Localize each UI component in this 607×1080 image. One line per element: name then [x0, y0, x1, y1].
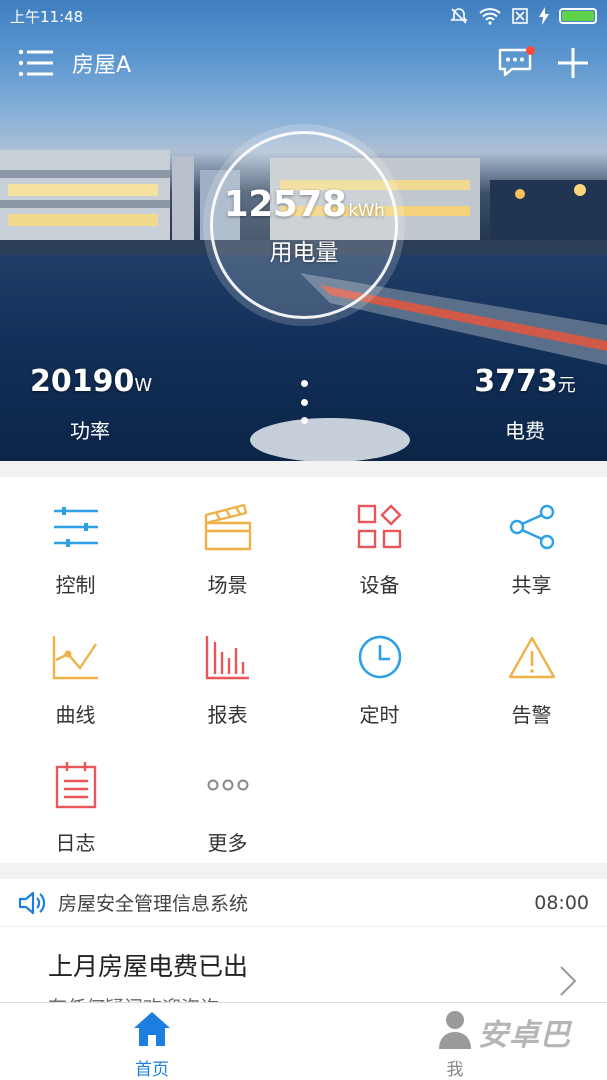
- top-bar: 房屋A: [0, 34, 607, 92]
- cost-label: 电费: [505, 419, 545, 443]
- notice-bar[interactable]: 房屋安全管理信息系统 08:00: [0, 879, 607, 927]
- grid-label-curve: 曲线: [55, 703, 96, 727]
- sliders-icon: [53, 507, 98, 547]
- status-time: 上午11:48: [10, 7, 84, 26]
- news-headline: 上月房屋电费已出: [48, 952, 249, 981]
- share-icon: [509, 504, 554, 550]
- grid-label-scene: 场景: [207, 573, 248, 597]
- energy-ring[interactable]: 12578 kWh 用电量: [203, 124, 405, 326]
- power-stat: 20190W 功率: [30, 364, 153, 444]
- grid-label-share: 共享: [511, 573, 552, 597]
- grid-label-timer: 定时: [359, 703, 400, 727]
- home-icon: [134, 1012, 170, 1046]
- more-icon: [207, 779, 248, 791]
- grid-label-more: 更多: [207, 831, 248, 855]
- grid-item-report[interactable]: 报表: [152, 607, 303, 735]
- power-unit: W: [134, 375, 153, 396]
- cost-stat: 3773元 电费: [473, 364, 577, 444]
- grid-item-timer[interactable]: 定时: [304, 607, 455, 735]
- add-icon[interactable]: [557, 47, 589, 79]
- tab-home[interactable]: 首页: [92, 1003, 212, 1080]
- user-icon: [439, 1011, 471, 1049]
- battery-icon: [559, 8, 597, 24]
- cost-unit: 元: [557, 375, 576, 396]
- grid-label-report: 报表: [207, 703, 248, 727]
- grid-item-curve[interactable]: 曲线: [0, 607, 151, 735]
- energy-unit: kWh: [348, 200, 385, 221]
- grid-item-scene[interactable]: 场景: [152, 477, 303, 605]
- tab-me-label: 我: [446, 1060, 464, 1080]
- warning-icon: [508, 636, 555, 679]
- clock-icon: [358, 635, 401, 679]
- chevron-right-icon: [560, 966, 577, 996]
- clapperboard-icon: [204, 503, 251, 551]
- mute-icon: [450, 8, 468, 24]
- energy-value: 12578: [223, 183, 347, 225]
- energy-label: 用电量: [269, 239, 339, 266]
- house-title[interactable]: 房屋A: [72, 47, 131, 79]
- function-grid: 控制 场景 设备 共享 曲线 报表 定时 告警 日志 更多: [0, 477, 607, 863]
- grid-item-log[interactable]: 日志: [0, 735, 151, 863]
- power-value: 20190: [30, 364, 135, 399]
- unread-dot: [526, 46, 535, 55]
- watermark: 安卓巴: [478, 1018, 571, 1053]
- cost-value: 3773: [474, 364, 558, 399]
- log-icon: [55, 762, 96, 809]
- sim-icon: [512, 8, 528, 24]
- grid-label-control: 控制: [55, 573, 96, 597]
- more-vertical-icon[interactable]: [298, 380, 310, 424]
- grid-label-log: 日志: [55, 831, 96, 855]
- menu-icon[interactable]: [18, 48, 54, 78]
- grid-item-alarm[interactable]: 告警: [456, 607, 607, 735]
- charging-icon: [539, 7, 549, 25]
- grid-item-share[interactable]: 共享: [456, 477, 607, 605]
- wifi-icon: [479, 8, 501, 25]
- grid-item-more[interactable]: 更多: [152, 735, 303, 863]
- grid-label-alarm: 告警: [511, 703, 552, 727]
- grid-label-devices: 设备: [359, 573, 400, 597]
- energy-value-row: 12578 kWh: [224, 184, 385, 225]
- speaker-icon: [18, 891, 46, 914]
- tab-home-label: 首页: [135, 1060, 169, 1080]
- notice-time: 08:00: [534, 891, 589, 914]
- status-bar: 上午11:48: [0, 0, 607, 32]
- news-item[interactable]: 上月房屋电费已出 有任何疑问欢迎咨询: [0, 927, 607, 1003]
- devices-grid-icon: [357, 504, 402, 549]
- power-label: 功率: [70, 419, 110, 443]
- notice-text: 房屋安全管理信息系统: [58, 893, 249, 915]
- grid-item-devices[interactable]: 设备: [304, 477, 455, 605]
- bar-chart-icon: [205, 636, 249, 680]
- message-button[interactable]: [497, 46, 535, 80]
- line-chart-icon: [52, 636, 98, 680]
- grid-item-control[interactable]: 控制: [0, 477, 151, 605]
